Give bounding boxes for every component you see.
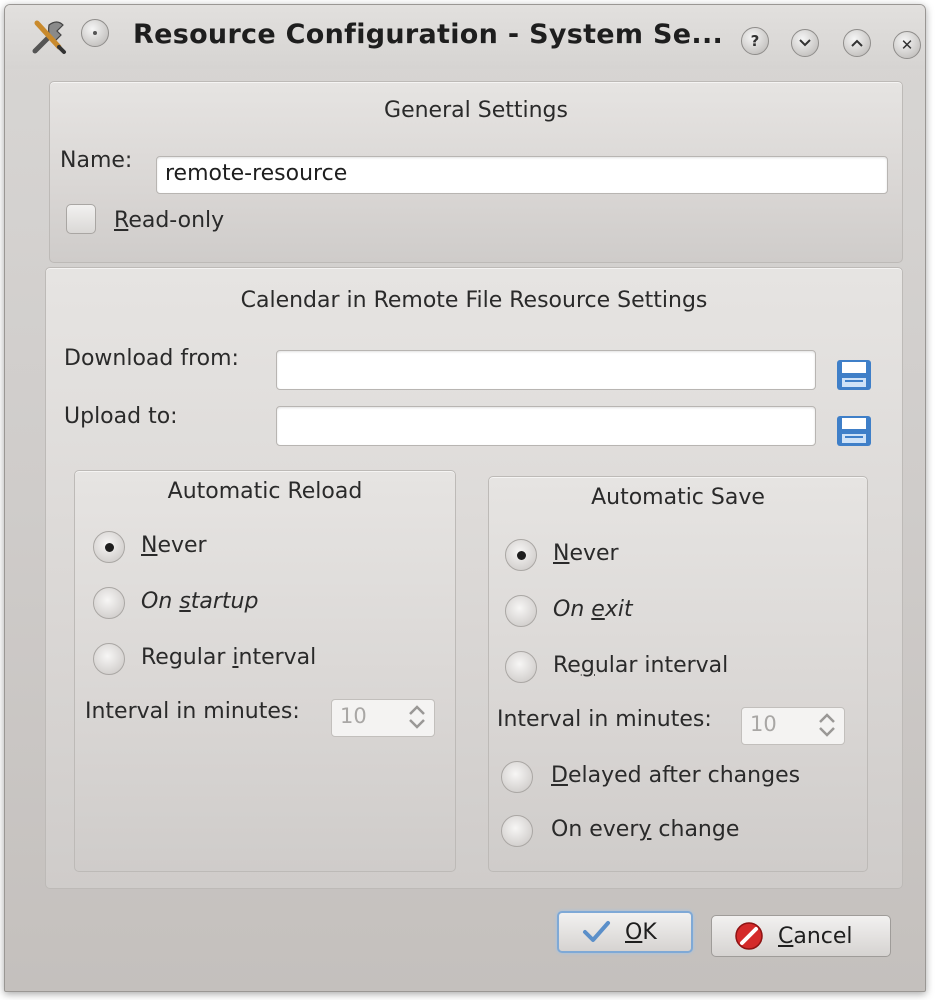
spin-arrows-icon[interactable] [406, 703, 428, 731]
save-file-icon[interactable] [834, 414, 874, 448]
upload-to-field[interactable] [276, 406, 816, 446]
upload-to-label: Upload to: [64, 404, 178, 429]
save-regular-interval-radio[interactable] [505, 651, 537, 683]
general-settings-title: General Settings [384, 98, 568, 123]
pin-icon[interactable] [81, 19, 109, 47]
save-never-label[interactable]: Never [553, 541, 619, 566]
automatic-reload-group: Automatic Reload Never On startup Regula… [74, 470, 456, 872]
read-only-checkbox[interactable] [66, 204, 96, 234]
window-title: Resource Configuration - System Se... [133, 19, 724, 50]
general-settings-group: General Settings Name: remote-resource R… [49, 81, 903, 263]
cancel-button[interactable]: Cancel [711, 915, 891, 957]
reload-never-radio[interactable] [93, 531, 125, 563]
save-every-change-label[interactable]: On every change [551, 817, 739, 842]
automatic-save-group: Automatic Save Never On exit Regular int… [488, 476, 868, 872]
name-label: Name: [60, 148, 133, 173]
reload-on-startup-radio[interactable] [93, 587, 125, 619]
ok-button-label: OK [625, 919, 657, 945]
chevron-up-icon [851, 39, 863, 47]
download-from-label: Download from: [64, 346, 239, 371]
reload-interval-minutes-label: Interval in minutes: [85, 699, 300, 724]
dialog-window: Resource Configuration - System Se... ? … [4, 4, 926, 992]
save-regular-interval-label[interactable]: Regular interval [553, 653, 728, 678]
save-on-exit-radio[interactable] [505, 595, 537, 627]
reload-interval-value: 10 [340, 704, 367, 728]
automatic-reload-title: Automatic Reload [167, 479, 363, 504]
reload-regular-interval-radio[interactable] [93, 643, 125, 675]
automatic-save-title: Automatic Save [591, 485, 765, 510]
save-interval-minutes-label: Interval in minutes: [497, 707, 712, 732]
maximize-button[interactable] [843, 29, 871, 57]
close-icon: ✕ [900, 36, 914, 54]
reload-regular-interval-label[interactable]: Regular interval [141, 645, 316, 670]
title-bar[interactable]: Resource Configuration - System Se... ? … [5, 5, 925, 69]
save-on-exit-label[interactable]: On exit [553, 597, 633, 622]
minimize-button[interactable] [791, 29, 819, 57]
reload-never-label[interactable]: Never [141, 533, 207, 558]
cancel-button-label: Cancel [778, 923, 853, 949]
save-never-radio[interactable] [505, 539, 537, 571]
save-file-icon[interactable] [834, 358, 874, 392]
save-delayed-label[interactable]: Delayed after changes [551, 763, 800, 788]
tools-icon[interactable] [29, 17, 69, 57]
ok-button[interactable]: OK [557, 911, 693, 953]
chevron-down-icon [799, 39, 811, 47]
help-icon[interactable]: ? [741, 27, 769, 55]
save-interval-value: 10 [750, 712, 777, 736]
save-every-change-radio[interactable] [501, 815, 533, 847]
read-only-label[interactable]: Read-only [114, 208, 224, 233]
name-field[interactable]: remote-resource [156, 156, 888, 194]
close-button[interactable]: ✕ [893, 31, 921, 59]
save-interval-spinbox[interactable]: 10 [741, 707, 845, 745]
remote-file-settings-title: Calendar in Remote File Resource Setting… [240, 288, 708, 313]
reload-interval-spinbox[interactable]: 10 [331, 699, 435, 737]
download-from-field[interactable] [276, 350, 816, 390]
spin-arrows-icon[interactable] [816, 711, 838, 739]
save-delayed-radio[interactable] [501, 761, 533, 793]
cancel-icon [735, 922, 763, 950]
checkmark-icon [583, 921, 610, 942]
reload-on-startup-label[interactable]: On startup [141, 589, 258, 614]
remote-file-settings-group: Calendar in Remote File Resource Setting… [45, 267, 903, 889]
